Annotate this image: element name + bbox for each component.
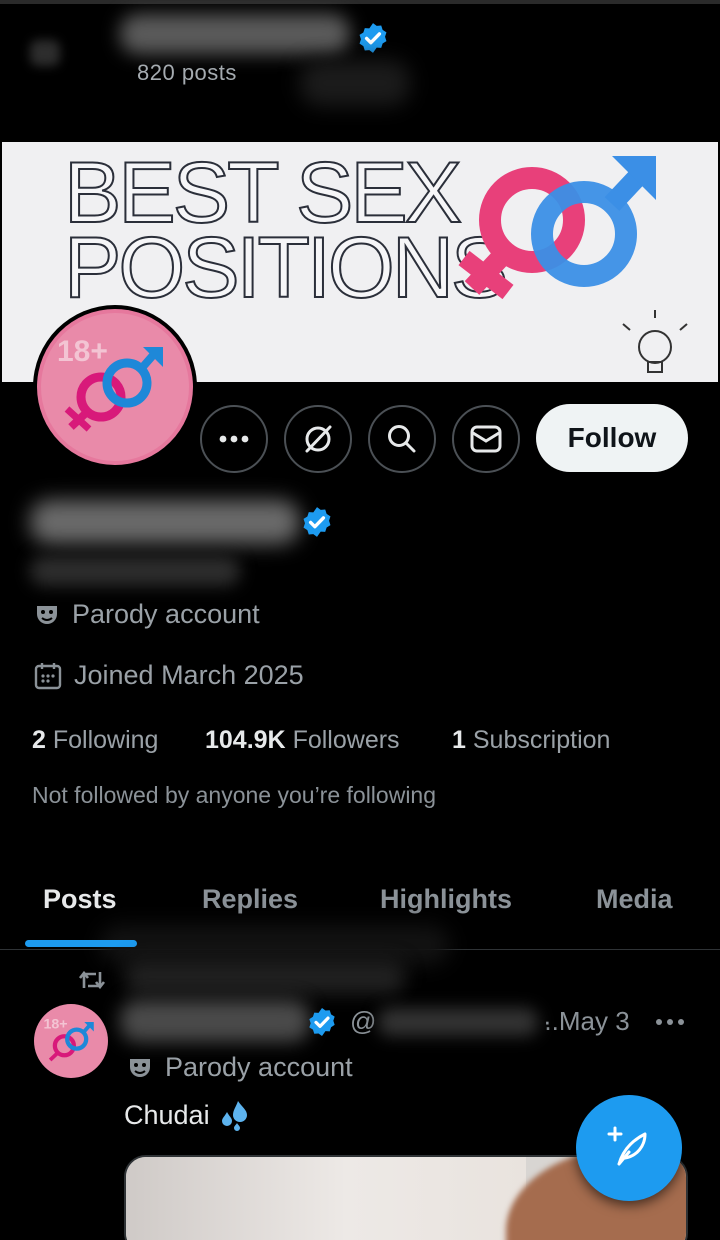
post-author-redacted [120,1000,310,1042]
svg-text:18+: 18+ [57,335,108,368]
header-display-name-redacted [120,14,350,54]
lightbulb-icon [622,310,688,373]
post-parody-label: Parody account [165,1052,353,1082]
compose-button[interactable] [576,1095,682,1201]
parody-mask-icon [37,605,57,624]
verified-badge-icon [309,1008,335,1036]
followers-link[interactable]: 104.9K Followers [205,726,400,755]
verified-badge-icon [303,507,331,537]
svg-text:18+: 18+ [43,1017,67,1033]
display-name-redacted [30,500,300,544]
followers-count: 104.9K [205,726,286,754]
post-body: Chudai [124,1099,210,1130]
post-text: Chudai [124,1098,252,1132]
mail-icon [470,425,502,453]
search-icon [388,425,416,453]
not-followed-notice: Not followed by anyone you’re following [32,782,437,808]
post-media-image [126,1157,526,1240]
grok-icon [305,425,332,453]
calendar-icon [34,662,62,689]
following-label: Following [52,726,159,754]
post-handle: @ .. [350,1006,559,1037]
tab-highlights[interactable]: Highlights [380,884,512,915]
more-options-button[interactable] [200,405,268,473]
parody-label: Parody account [72,599,260,629]
message-button[interactable] [452,405,520,473]
post-date[interactable]: · May 3 [543,1006,630,1037]
sweat-droplets-icon [221,1101,247,1131]
post-avatar[interactable]: 18+ [32,1002,110,1080]
following-link[interactable]: 2 Following [32,726,158,755]
subscriptions-link[interactable]: 1 Subscription [452,726,610,755]
follow-button[interactable]: Follow [536,404,688,472]
post-more-button[interactable] [652,1004,688,1040]
tab-replies[interactable]: Replies [202,884,298,915]
posts-count: 820 posts [137,60,237,85]
post-parody-label-row: Parody account [127,1052,353,1083]
banner-line-2: POSITIONS [64,220,505,316]
joined-date: Joined March 2025 [74,660,304,690]
retweet-icon [78,970,106,990]
avatar-image: 18+ [37,309,193,465]
followers-label: Followers [292,726,400,754]
back-button[interactable] [20,28,72,80]
active-tab-indicator [25,940,137,947]
subscriptions-label: Subscription [472,726,611,754]
verified-badge-icon [359,23,387,53]
tab-media[interactable]: Media [596,884,673,915]
following-count: 2 [32,726,46,754]
handle-redacted [30,556,240,586]
joined-row: Joined March 2025 [34,660,304,691]
parody-mask-icon [130,1058,150,1077]
search-button[interactable] [368,405,436,473]
profile-avatar[interactable]: 18+ [33,305,197,469]
post-avatar-image: 18+ [34,1004,108,1078]
more-icon [219,435,249,443]
subscriptions-count: 1 [452,726,466,754]
post-handle-prefix: @ [350,1006,377,1036]
tab-posts[interactable]: Posts [43,884,117,915]
compose-icon [607,1126,647,1166]
status-strip [0,0,720,4]
grok-button[interactable] [284,405,352,473]
more-icon [656,1019,684,1025]
parody-label-row: Parody account [34,599,260,630]
post-handle-redacted [378,1007,539,1036]
gender-symbols-icon [458,156,656,300]
tabs-redaction [100,925,450,965]
back-arrow-icon [30,40,60,66]
reposted-by-redacted [125,960,405,994]
header-redaction [300,60,410,106]
